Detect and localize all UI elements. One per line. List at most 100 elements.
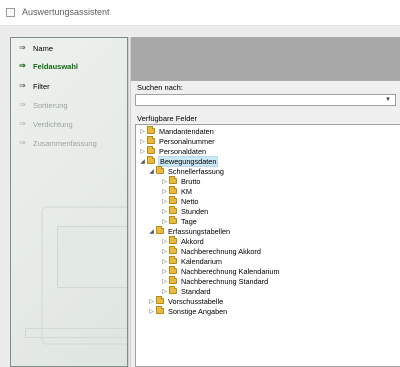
expand-icon[interactable]: ▷ [160,238,169,245]
tree-node-label: Tage [181,216,197,226]
tree-node-vorschusstabelle[interactable]: ▷ Vorschusstabelle [147,296,224,306]
tree-node-label: Brutto [181,176,201,186]
tree-node-sonstige-angaben[interactable]: ▷ Sonstige Angaben [147,306,228,316]
tree-node-label: Nachberechnung Kalendarium [181,266,280,276]
collapse-icon[interactable]: ◢ [147,168,156,175]
tree-node-schnellerfassung[interactable]: ◢ Schnellerfassung [147,166,225,176]
tree-node-label: Erfassungstabellen [168,226,231,236]
tree-node-label: KM [181,186,192,196]
arrow-right-icon: ⇒ [19,61,26,70]
expand-icon[interactable]: ▷ [138,138,147,145]
tree-node-label: Akkord [181,236,204,246]
folder-icon [169,276,177,284]
tree-node-label: Personaldaten [159,146,207,156]
field-tree[interactable]: ▷ Mandantendaten ▷ Personalnummer ▷ Pers… [135,124,400,367]
step-label: Name [33,43,54,53]
app-icon [6,8,15,17]
folder-icon [169,216,177,224]
tree-node-erfassungstabellen[interactable]: ◢ Erfassungstabellen [147,226,231,236]
step-label: Sortierung [33,100,68,110]
arrow-right-icon: ⇒ [19,43,26,52]
arrow-right-icon: ⇒ [19,100,26,109]
tree-node-label: Nachberechnung Akkord [181,246,261,256]
expand-icon[interactable]: ▷ [138,148,147,155]
folder-icon [169,286,177,294]
folder-icon [169,176,177,184]
tree-node-akkord[interactable]: ▷ Akkord [160,236,205,246]
tree-node-label: Nachberechnung Standard [181,276,269,286]
expand-icon[interactable]: ▷ [160,248,169,255]
folder-open-icon [156,166,164,174]
tree-node-nachberechnung-kalendarium[interactable]: ▷ Nachberechnung Kalendarium [160,266,281,276]
expand-icon[interactable]: ▷ [147,298,156,305]
tree-node-label: Vorschusstabelle [168,296,224,306]
expand-icon[interactable]: ▷ [160,208,169,215]
folder-icon [147,146,155,154]
tree-node-label: Netto [181,196,199,206]
step-sortierung: ⇒ Sortierung [19,99,68,111]
step-label: Feldauswahl [33,61,79,71]
tree-node-label: Personalnummer [159,136,215,146]
search-label: Suchen nach: [137,83,183,92]
folder-icon [169,196,177,204]
expand-icon[interactable]: ▷ [160,268,169,275]
folder-icon [147,126,155,134]
expand-icon[interactable]: ▷ [160,188,169,195]
step-label: Filter [33,81,50,91]
folder-icon [169,236,177,244]
arrow-right-icon: ⇒ [19,119,26,128]
folder-icon [169,246,177,254]
tree-node-label: Sonstige Angaben [168,306,228,316]
tree-node-standard[interactable]: ▷ Standard [160,286,212,296]
expand-icon[interactable]: ▷ [160,278,169,285]
tree-node-km[interactable]: ▷ KM [160,186,193,196]
step-label: Verdichtung [33,119,73,129]
tree-node-mandantendaten[interactable]: ▷ Mandantendaten [138,126,215,136]
expand-icon[interactable]: ▷ [160,198,169,205]
window-title: Auswertungsassistent [22,7,110,17]
expand-icon[interactable]: ▷ [160,258,169,265]
folder-open-icon [147,156,155,164]
tree-node-label: Schnellerfassung [168,166,224,176]
folder-icon [169,206,177,214]
tree-node-nachberechnung-standard[interactable]: ▷ Nachberechnung Standard [160,276,269,286]
page-header-band [131,37,400,81]
tree-node-label: Mandantendaten [159,126,214,136]
watermark-base [25,328,127,338]
tree-node-brutto[interactable]: ▷ Brutto [160,176,201,186]
expand-icon[interactable]: ▷ [160,288,169,295]
step-filter[interactable]: ⇒ Filter [19,80,50,92]
tree-node-label: Bewegungsdaten [158,155,219,167]
tree-node-tage[interactable]: ▷ Tage [160,216,198,226]
tree-node-personalnummer[interactable]: ▷ Personalnummer [138,136,216,146]
expand-icon[interactable]: ▷ [160,178,169,185]
search-input[interactable]: ▾ [135,94,396,106]
tree-node-kalendarium[interactable]: ▷ Kalendarium [160,256,223,266]
folder-icon [156,306,164,314]
expand-icon[interactable]: ▷ [138,128,147,135]
folder-icon [169,186,177,194]
tree-node-bewegungsdaten[interactable]: ◢ Bewegungsdaten [138,155,219,167]
step-verdichtung: ⇒ Verdichtung [19,118,73,130]
tree-node-stunden[interactable]: ▷ Stunden [160,206,209,216]
folder-icon [147,136,155,144]
collapse-icon[interactable]: ◢ [147,228,156,235]
watermark-screen [57,226,127,288]
step-zusammenfassung: ⇒ Zusammenfassung [19,137,97,149]
step-feldauswahl[interactable]: ⇒ Feldauswahl [19,60,78,72]
tree-node-label: Standard [181,286,211,296]
tree-node-personaldaten[interactable]: ▷ Personaldaten [138,146,207,156]
tree-node-nachberechnung-akkord[interactable]: ▷ Nachberechnung Akkord [160,246,262,256]
arrow-right-icon: ⇒ [19,138,26,147]
folder-open-icon [156,226,164,234]
collapse-icon[interactable]: ◢ [138,158,147,165]
chevron-down-icon[interactable]: ▾ [383,95,393,105]
tree-node-netto[interactable]: ▷ Netto [160,196,199,206]
expand-icon[interactable]: ▷ [147,308,156,315]
step-name[interactable]: ⇒ Name [19,42,53,54]
folder-icon [156,296,164,304]
step-label: Zusammenfassung [33,138,97,148]
expand-icon[interactable]: ▷ [160,218,169,225]
tree-node-label: Kalendarium [181,256,222,266]
folder-icon [169,256,177,264]
